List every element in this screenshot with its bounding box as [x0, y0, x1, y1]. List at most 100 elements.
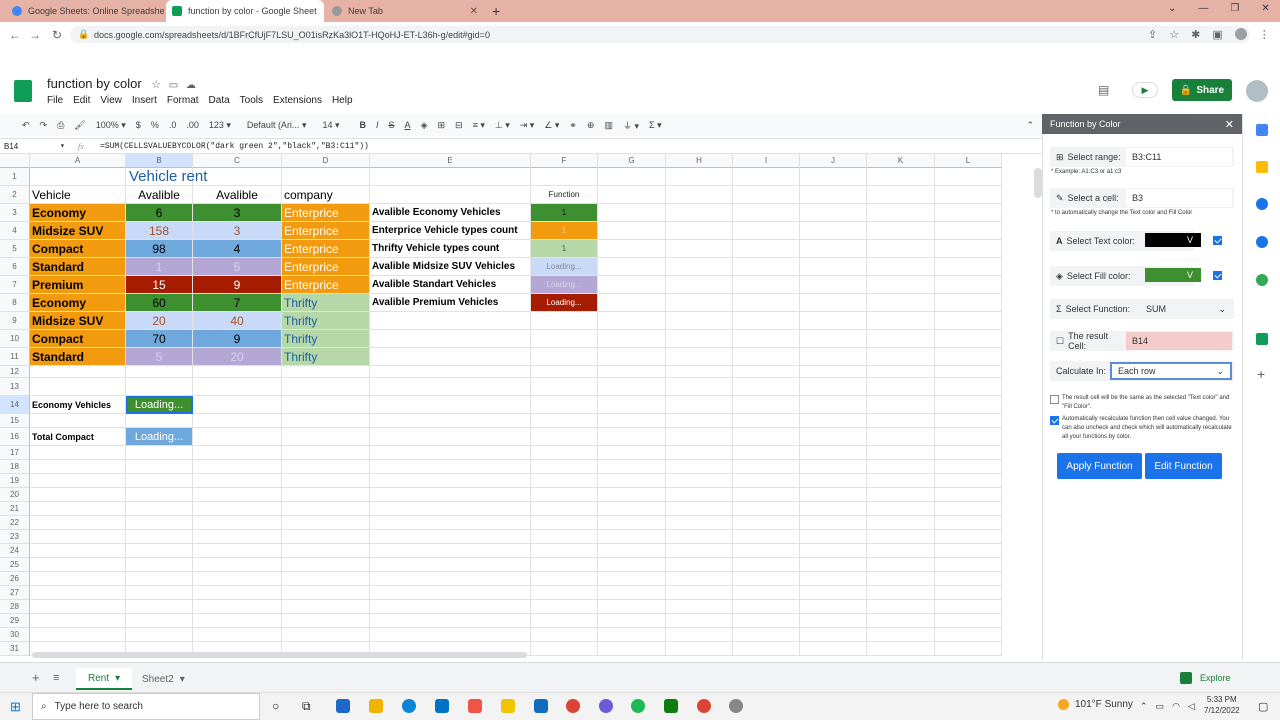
grid-cell[interactable]	[598, 330, 666, 348]
company-cell[interactable]: Enterprice	[282, 276, 370, 294]
volume-icon[interactable]: ◁	[1188, 701, 1195, 712]
grid-cell[interactable]	[935, 502, 1002, 516]
row-header[interactable]: 19	[0, 474, 30, 488]
grid-cell[interactable]	[370, 614, 531, 628]
grid-cell[interactable]	[193, 366, 282, 378]
grid-cell[interactable]	[867, 378, 935, 396]
grid-cell[interactable]	[598, 460, 666, 474]
grid-cell[interactable]	[935, 558, 1002, 572]
excel-icon[interactable]	[664, 699, 678, 713]
functions-button[interactable]: Σ ▾	[649, 120, 662, 131]
grid-cell[interactable]	[935, 396, 1002, 414]
row-header[interactable]: 2	[0, 186, 30, 204]
grid-cell[interactable]	[193, 474, 282, 488]
grid-cell[interactable]	[598, 530, 666, 544]
grid-cell[interactable]	[282, 396, 370, 414]
grid-cell[interactable]	[126, 558, 193, 572]
grid-cell[interactable]	[666, 488, 733, 502]
column-header-g[interactable]: G	[598, 154, 666, 168]
grid-cell[interactable]	[126, 600, 193, 614]
column-header-j[interactable]: J	[800, 154, 867, 168]
grid-cell[interactable]	[733, 502, 800, 516]
vehicle-cell[interactable]: Standard	[30, 258, 126, 276]
grid-cell[interactable]	[733, 428, 800, 446]
grid-cell[interactable]	[733, 348, 800, 366]
grid-cell[interactable]	[733, 168, 800, 186]
grid-cell[interactable]	[867, 168, 935, 186]
company-cell[interactable]: Enterprice	[282, 240, 370, 258]
grid-cell[interactable]	[531, 446, 598, 460]
grid-cell[interactable]	[282, 488, 370, 502]
grid-cell[interactable]	[867, 586, 935, 600]
label-cell[interactable]: Total Compact	[30, 428, 126, 446]
column-header-h[interactable]: H	[666, 154, 733, 168]
grid-cell[interactable]	[867, 348, 935, 366]
row-header[interactable]: 14	[0, 396, 30, 414]
grid-cell[interactable]	[531, 428, 598, 446]
browser-tab[interactable]: New Tab ✕	[326, 0, 484, 22]
grid-cell[interactable]	[935, 222, 1002, 240]
column-header-a[interactable]: A	[30, 154, 126, 168]
grid-cell[interactable]	[666, 460, 733, 474]
grid-cell[interactable]	[531, 330, 598, 348]
grid-cell[interactable]	[867, 460, 935, 474]
grid-cell[interactable]	[935, 312, 1002, 330]
weather-widget[interactable]: 101°F Sunny	[1058, 699, 1133, 710]
grid-cell[interactable]	[666, 502, 733, 516]
app-icon[interactable]	[336, 699, 350, 713]
grid-cell[interactable]	[733, 186, 800, 204]
keep-icon[interactable]	[1256, 161, 1268, 173]
grid-cell[interactable]	[598, 378, 666, 396]
grid-cell[interactable]	[193, 600, 282, 614]
minimize-icon[interactable]: —	[1198, 3, 1208, 14]
grid-cell[interactable]	[531, 414, 598, 428]
menu-item-format[interactable]: Format	[167, 95, 199, 106]
grid-cell[interactable]	[126, 446, 193, 460]
selected-cell[interactable]: Loading...	[126, 396, 193, 414]
grid-cell[interactable]	[666, 474, 733, 488]
value-cell[interactable]: 20	[193, 348, 282, 366]
meet-icon[interactable]: ▶	[1132, 82, 1158, 98]
header-cell[interactable]: Function	[531, 186, 598, 204]
grid-cell[interactable]	[598, 614, 666, 628]
value-cell[interactable]: 5	[193, 258, 282, 276]
column-header-c[interactable]: C	[193, 154, 282, 168]
grid-cell[interactable]	[282, 414, 370, 428]
grid-cell[interactable]	[666, 572, 733, 586]
value-cell[interactable]: 1	[126, 258, 193, 276]
grid-cell[interactable]	[282, 600, 370, 614]
collapse-icon[interactable]: ⌃	[1026, 120, 1034, 131]
company-cell[interactable]: Thrifty	[282, 294, 370, 312]
value-cell[interactable]: 4	[193, 240, 282, 258]
grid-cell[interactable]	[370, 428, 531, 446]
grid-cell[interactable]	[666, 276, 733, 294]
grid-cell[interactable]	[598, 600, 666, 614]
grid-cell[interactable]	[370, 414, 531, 428]
grid-cell[interactable]	[666, 614, 733, 628]
row-header[interactable]: 28	[0, 600, 30, 614]
grid-cell[interactable]	[666, 428, 733, 446]
grid-cell[interactable]	[370, 516, 531, 530]
grid-cell[interactable]	[935, 186, 1002, 204]
grid-cell[interactable]	[531, 516, 598, 530]
close-icon[interactable]: ✕	[470, 6, 478, 17]
row-header[interactable]: 23	[0, 530, 30, 544]
grid-cell[interactable]	[598, 222, 666, 240]
grid-cell[interactable]	[733, 204, 800, 222]
grid-cell[interactable]	[531, 502, 598, 516]
range-input[interactable]: B3:C11	[1126, 148, 1232, 166]
row-header[interactable]: 27	[0, 586, 30, 600]
addon-icon[interactable]	[1256, 333, 1268, 345]
grid-cell[interactable]	[531, 530, 598, 544]
name-box[interactable]: B14	[0, 142, 60, 151]
column-header-f[interactable]: F	[531, 154, 598, 168]
row-header[interactable]: 30	[0, 628, 30, 642]
italic-button[interactable]: I	[376, 120, 379, 130]
grid-cell[interactable]	[800, 586, 867, 600]
grid-cell[interactable]	[935, 488, 1002, 502]
fill-color-icon[interactable]: ◈	[421, 120, 428, 131]
grid-cell[interactable]	[733, 488, 800, 502]
task-view-icon[interactable]: ⧉	[302, 699, 311, 714]
folder-icon[interactable]: ▭	[169, 80, 178, 91]
grid-cell[interactable]	[30, 572, 126, 586]
